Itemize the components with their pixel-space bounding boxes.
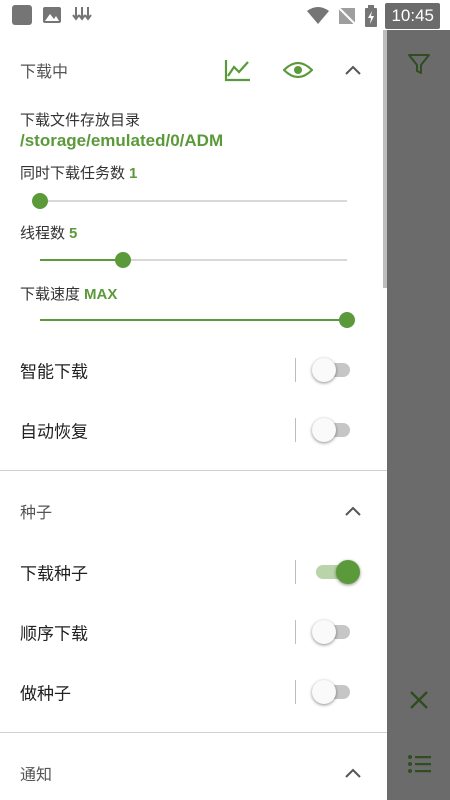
slider-thumb[interactable] xyxy=(114,252,131,268)
row-divider xyxy=(295,560,296,584)
smart-download-row[interactable]: 智能下载 xyxy=(0,340,387,400)
speed-slider[interactable] xyxy=(40,312,355,328)
seeding-switch[interactable] xyxy=(312,680,354,704)
row-divider xyxy=(295,418,296,442)
app-square-icon xyxy=(12,5,32,25)
section-title: 种子 xyxy=(20,503,53,522)
sequential-download-row[interactable]: 顺序下载 xyxy=(0,602,387,662)
chevron-up-icon[interactable] xyxy=(345,768,361,778)
seeding-row[interactable]: 做种子 xyxy=(0,662,387,722)
section-title: 下载中 xyxy=(20,62,69,81)
auto-resume-row[interactable]: 自动恢复 xyxy=(0,400,387,460)
speed-label: 下载速度 MAX xyxy=(20,285,118,303)
auto-resume-switch[interactable] xyxy=(312,418,354,442)
wifi-icon xyxy=(307,7,330,24)
slider-fill xyxy=(40,319,347,321)
close-icon[interactable] xyxy=(407,688,431,712)
filter-icon[interactable] xyxy=(407,52,431,76)
sequential-download-switch[interactable] xyxy=(312,620,354,644)
row-label: 智能下载 xyxy=(20,362,88,383)
row-label: 做种子 xyxy=(20,684,71,705)
speed-value: MAX xyxy=(84,286,118,303)
chart-icon[interactable] xyxy=(224,58,252,82)
row-divider xyxy=(295,358,296,382)
battery-icon xyxy=(365,5,378,27)
download-torrent-switch[interactable] xyxy=(312,560,360,584)
download-arrows-icon xyxy=(72,7,92,21)
threads-label: 线程数 5 xyxy=(20,224,78,242)
section-title: 通知 xyxy=(20,765,53,784)
concurrent-tasks-slider[interactable] xyxy=(32,193,347,209)
torrent-section-header[interactable]: 种子 xyxy=(0,481,387,541)
download-dir-path[interactable]: /storage/emulated/0/ADM xyxy=(20,131,223,151)
smart-download-switch[interactable] xyxy=(312,358,354,382)
download-torrent-row[interactable]: 下载种子 xyxy=(0,542,387,602)
scrollbar-thumb[interactable] xyxy=(383,30,387,288)
section-divider xyxy=(0,470,387,471)
chevron-up-icon[interactable] xyxy=(345,65,361,75)
no-signal-icon xyxy=(337,6,358,26)
status-bar: 10:45 xyxy=(0,0,450,30)
concurrent-tasks-value: 1 xyxy=(129,165,138,182)
concurrent-tasks-label: 同时下载任务数 1 xyxy=(20,164,138,182)
threads-value: 5 xyxy=(69,225,78,242)
download-section-header[interactable]: 下载中 xyxy=(0,40,387,100)
slider-thumb[interactable] xyxy=(32,193,48,209)
chevron-up-icon[interactable] xyxy=(345,506,361,516)
row-label: 下载种子 xyxy=(20,564,88,585)
notification-section-header[interactable]: 通知 xyxy=(0,743,387,800)
row-divider xyxy=(295,680,296,704)
slider-fill xyxy=(40,259,123,261)
eye-icon[interactable] xyxy=(283,60,313,80)
threads-slider[interactable] xyxy=(40,252,347,268)
list-icon[interactable] xyxy=(407,754,431,774)
clock: 10:45 xyxy=(385,3,440,29)
image-icon xyxy=(43,7,61,23)
row-label: 自动恢复 xyxy=(20,422,88,443)
slider-thumb[interactable] xyxy=(339,312,355,328)
settings-drawer: 下载中 下载文件存放目录 /storage/emulated/0/ADM 同时下… xyxy=(0,30,387,800)
row-label: 顺序下载 xyxy=(20,624,88,645)
row-divider xyxy=(295,620,296,644)
section-divider xyxy=(0,732,387,733)
background-scrim[interactable] xyxy=(387,30,450,800)
download-dir-label: 下载文件存放目录 xyxy=(20,111,141,129)
